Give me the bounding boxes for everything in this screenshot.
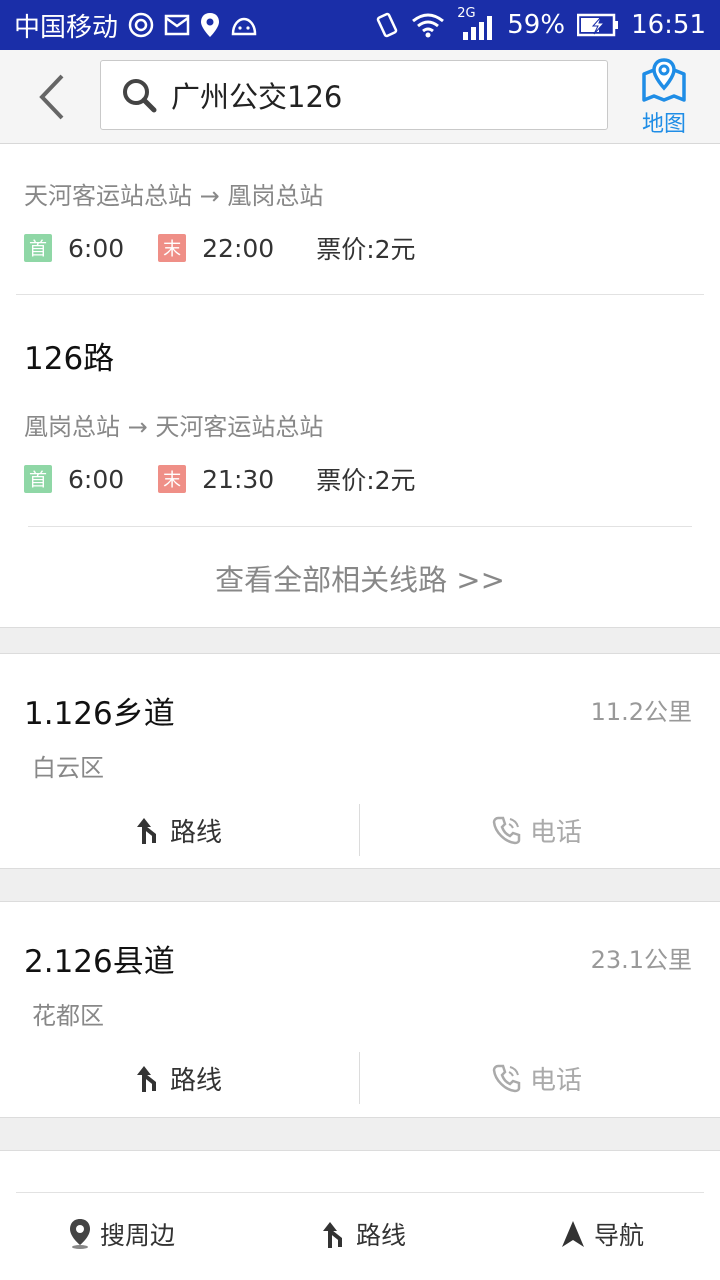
app-notification-icon: [128, 12, 154, 38]
bus-route-item[interactable]: 126路 凰岗总站 → 天河客运站总站 首 6:00 末 21:30 票价:2元: [0, 295, 720, 525]
fare: 票价:2元: [316, 235, 416, 264]
result-card[interactable]: 1.126乡道 11.2公里 白云区 路线 电话: [0, 654, 720, 868]
first-bus-tag: 首: [24, 465, 52, 493]
bottom-action-bar: 搜周边 路线 导航: [0, 1192, 720, 1280]
route-button[interactable]: 路线: [320, 1214, 406, 1254]
location-pin-icon: [70, 1219, 90, 1249]
first-bus-tag: 首: [24, 234, 52, 262]
map-icon: [642, 58, 686, 102]
navigate-button[interactable]: 导航: [560, 1214, 644, 1254]
route-times: 首 6:00 末 21:30 票价:2元: [24, 461, 416, 497]
phone-icon: [492, 816, 521, 845]
wifi-icon: [411, 12, 445, 38]
route-stops: 凰岗总站 → 天河客运站总站: [24, 413, 324, 441]
result-district: 白云区: [32, 754, 104, 782]
result-title: 1.126乡道: [24, 696, 175, 732]
section-gap: [0, 868, 720, 902]
android-icon: [230, 14, 258, 36]
last-bus-tag: 末: [158, 234, 187, 262]
route-times: 首 6:00 末 22:00 票价:2元: [24, 230, 416, 266]
route-label: 路线: [356, 1221, 407, 1250]
result-distance: 23.1公里: [590, 946, 692, 974]
first-bus-time: 6:00: [68, 464, 125, 494]
fare: 票价:2元: [316, 466, 416, 495]
route-arrow-icon: [137, 1066, 156, 1092]
clock: 16:51: [631, 10, 706, 40]
battery-percent: 59%: [507, 10, 566, 40]
last-bus-time: 21:30: [202, 464, 275, 494]
navigate-label: 导航: [594, 1221, 645, 1250]
map-label: 地图: [641, 112, 686, 137]
search-header: 广州公交126 地图: [0, 50, 720, 144]
phone-label: 电话: [530, 817, 583, 848]
result-actions: 路线 电话: [0, 804, 720, 856]
search-nearby-button[interactable]: 搜周边: [68, 1214, 175, 1254]
route-button[interactable]: 路线: [134, 804, 222, 856]
status-bar: 中国移动 2G 59% 16:51: [0, 0, 720, 50]
carrier-name: 中国移动: [14, 12, 119, 43]
battery-charging-icon: [577, 13, 619, 37]
first-bus-time: 6:00: [68, 233, 125, 263]
phone-label: 电话: [530, 1065, 583, 1096]
route-label: 路线: [170, 817, 223, 848]
result-actions: 路线 电话: [0, 1052, 720, 1104]
section-gap: [0, 1117, 720, 1151]
phone-icon: [492, 1064, 521, 1093]
result-title: 2.126县道: [24, 944, 175, 980]
back-arrow-icon: [39, 74, 64, 120]
search-input[interactable]: 广州公交126: [100, 60, 608, 130]
mail-notification-icon: [164, 12, 190, 38]
route-label: 路线: [170, 1065, 223, 1096]
search-nearby-label: 搜周边: [100, 1221, 176, 1250]
divider: [16, 1192, 704, 1193]
search-query: 广州公交126: [171, 80, 343, 114]
view-all-routes-link[interactable]: 查看全部相关线路 >>: [0, 554, 720, 606]
navigation-arrow-icon: [562, 1221, 584, 1247]
map-button[interactable]: 地图: [626, 58, 702, 138]
back-button[interactable]: [30, 72, 74, 122]
result-district: 花都区: [32, 1002, 104, 1030]
route-name: 126路: [24, 341, 115, 377]
search-icon: [123, 79, 157, 113]
route-arrow-icon: [323, 1222, 342, 1248]
bus-route-item[interactable]: 天河客运站总站 → 凰岗总站 首 6:00 末 22:00 票价:2元: [0, 144, 720, 294]
last-bus-time: 22:00: [202, 233, 275, 263]
route-stops: 天河客运站总站 → 凰岗总站: [24, 182, 324, 210]
phone-button[interactable]: 电话: [492, 1052, 582, 1104]
divider: [359, 804, 360, 856]
result-distance: 11.2公里: [590, 698, 692, 726]
phone-button[interactable]: 电话: [492, 804, 582, 856]
cell-signal-icon: 2G: [457, 6, 495, 40]
location-icon: [200, 12, 220, 38]
route-arrow-icon: [137, 818, 156, 844]
vibrate-icon: [375, 12, 399, 38]
result-card[interactable]: 2.126县道 23.1公里 花都区 路线 电话: [0, 902, 720, 1117]
section-gap: [0, 627, 720, 654]
divider: [359, 1052, 360, 1104]
route-button[interactable]: 路线: [134, 1052, 222, 1104]
divider: [28, 526, 692, 527]
last-bus-tag: 末: [158, 465, 187, 493]
